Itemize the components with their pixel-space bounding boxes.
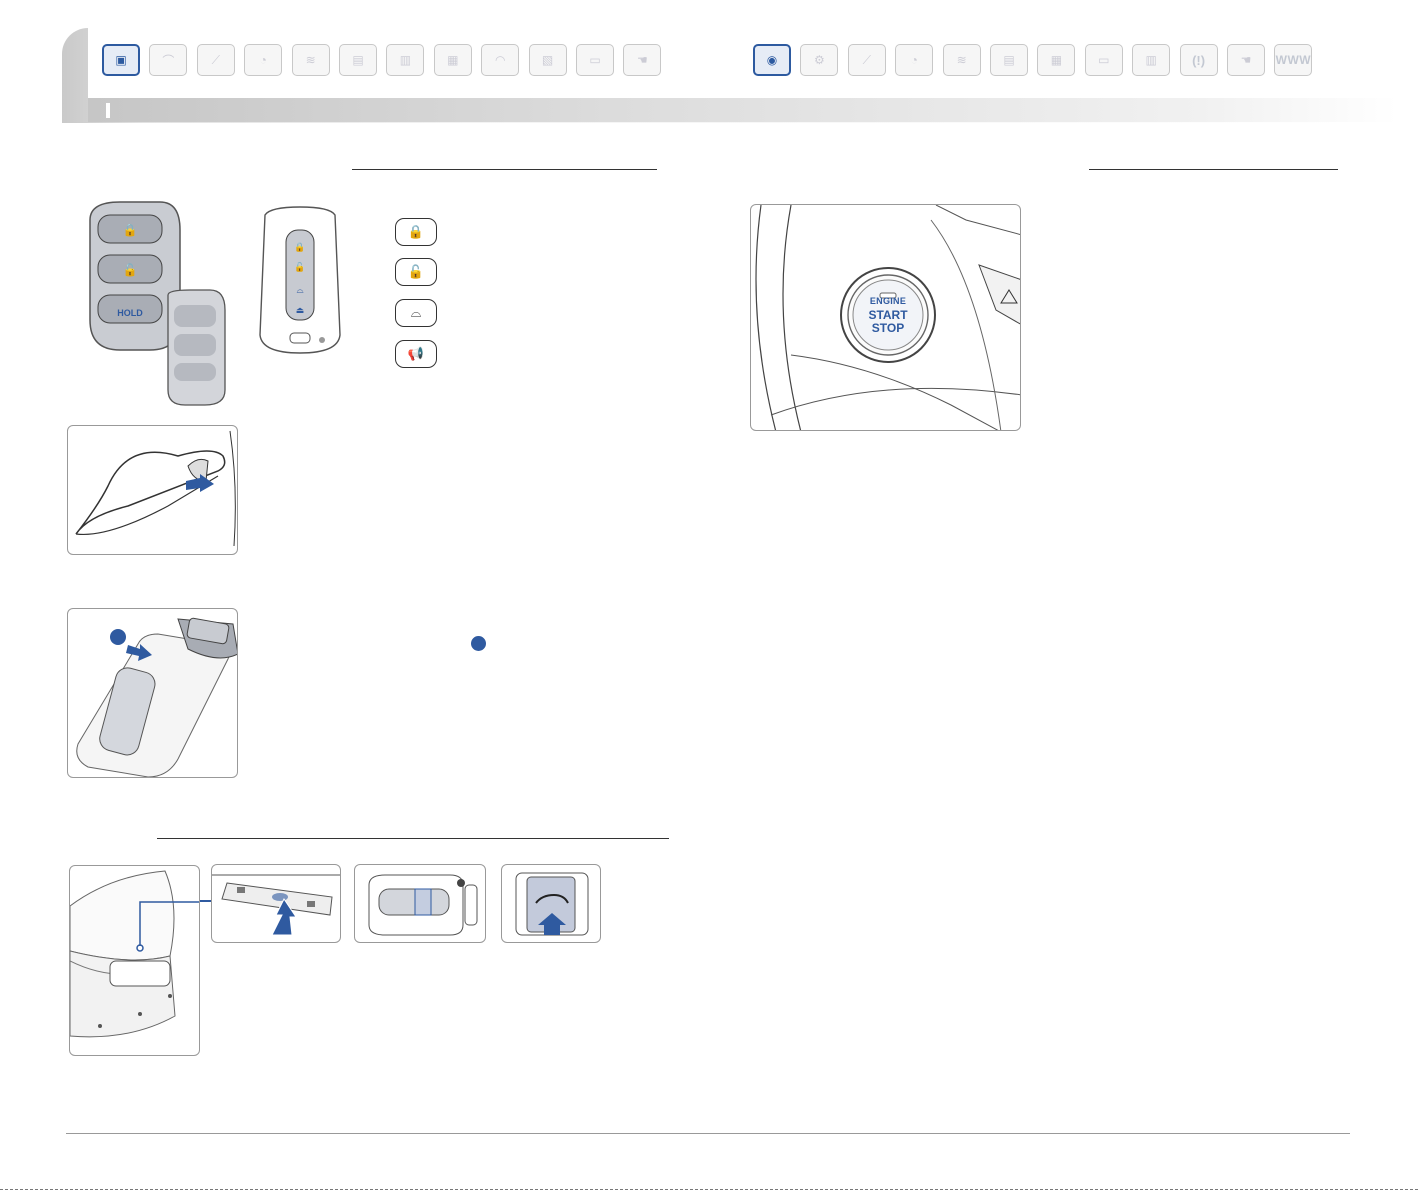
- windshield-icon[interactable]: ◠: [481, 44, 520, 76]
- cluster-icon[interactable]: ◔: [244, 44, 283, 76]
- legend-lock-button: 🔒: [395, 218, 437, 246]
- trunk-button-closeup-panel: [501, 864, 601, 943]
- radio-icon-glyph: ▥: [1145, 53, 1157, 67]
- console-icon[interactable]: ▧: [528, 44, 567, 76]
- tpms-icon-glyph: (!): [1192, 52, 1206, 68]
- hand-icon-glyph: ☚: [637, 53, 648, 67]
- start-button-engine-label: ENGINE: [869, 296, 907, 306]
- start-button-icon-glyph: ◉: [766, 53, 778, 67]
- car-rear-illustration: [70, 870, 199, 1038]
- climate-icon-glyph: ≋: [305, 53, 316, 67]
- audio-icon[interactable]: ▥: [386, 44, 425, 76]
- smart-key-fob-illustration: 🔒 🔓 ⌓ ⏏: [259, 206, 341, 354]
- windshield-icon-glyph: ◠: [494, 53, 506, 67]
- cluster-icon-glyph: ◔: [259, 53, 267, 67]
- climate-icon[interactable]: ≋: [291, 44, 330, 76]
- remote-fob-illustration: 🔒 🔓 HOLD: [89, 201, 226, 406]
- legend-unlock-button: 🔓: [395, 258, 437, 286]
- svg-text:🔒: 🔒: [123, 223, 138, 237]
- wiper-stalk-icon-glyph: ⟋: [862, 52, 871, 67]
- car-rear-panel: [69, 865, 200, 1056]
- section-rule-trunk: [157, 838, 669, 839]
- overhead-console-icon[interactable]: ▭: [1084, 44, 1123, 76]
- screen-icon-glyph: ▦: [447, 53, 459, 67]
- smart-key-side-illustration: [368, 874, 478, 936]
- radio-icon[interactable]: ▥: [1132, 44, 1171, 76]
- hand-gesture-icon[interactable]: ☚: [1227, 44, 1265, 76]
- start-button-icon[interactable]: ◉: [753, 44, 791, 76]
- overhead-icon[interactable]: ▭: [576, 44, 614, 76]
- hvac-icon[interactable]: ≋: [942, 44, 981, 76]
- www-icon-glyph: WWW: [1275, 53, 1312, 67]
- callout-dot-text: [471, 636, 486, 651]
- smart-key-icon[interactable]: ▣: [102, 44, 140, 76]
- gauge-icon-glyph: ◔: [910, 53, 918, 67]
- gauge-icon[interactable]: ◔: [895, 44, 934, 76]
- wiper-icon[interactable]: ⟋: [196, 44, 235, 76]
- svg-text:🔒: 🔒: [294, 242, 305, 252]
- start-button-panel: ENGINE START STOP: [750, 204, 1021, 431]
- audio-icon-glyph: ▥: [399, 53, 412, 67]
- svg-text:🔓: 🔓: [294, 261, 305, 272]
- engine-icon[interactable]: ⚙: [800, 44, 839, 76]
- hvac-panel-icon-glyph: ▤: [1003, 53, 1015, 67]
- trunk-icon: ⌓: [410, 305, 422, 320]
- smart-key-icon-glyph: ▣: [115, 53, 127, 67]
- header-rule: [88, 98, 1398, 122]
- svg-text:⌓: ⌓: [296, 285, 303, 295]
- legend-panic-button: 📢: [395, 340, 437, 368]
- header-tick: [106, 103, 110, 118]
- screen-icon[interactable]: ▦: [433, 44, 472, 76]
- seat-icon-glyph: ⌒: [162, 53, 175, 68]
- hand-gesture-icon-glyph: ☚: [1240, 53, 1252, 67]
- callout-dot-1: [110, 629, 126, 645]
- overhead-icon-glyph: ▭: [589, 53, 601, 67]
- panic-icon: 📢: [407, 346, 425, 361]
- door-handle-illustration: [75, 430, 236, 547]
- trunk-release-illustration: [212, 874, 340, 936]
- footer-rule: [66, 1133, 1350, 1134]
- navigation-screen-icon-glyph: ▦: [1050, 53, 1063, 67]
- unlock-icon: 🔓: [407, 264, 425, 279]
- console-icon-glyph: ▧: [541, 53, 554, 67]
- legend-trunk-button: ⌓: [395, 299, 437, 327]
- engine-icon-glyph: ⚙: [814, 53, 825, 67]
- smart-key-open-illustration: [76, 617, 237, 777]
- smart-key-open-panel: [67, 608, 238, 778]
- page-cut-line: [0, 1189, 1418, 1190]
- tpms-icon[interactable]: (!): [1179, 44, 1218, 76]
- wiper-stalk-icon[interactable]: ⟋: [847, 44, 886, 76]
- climate-panel-icon-glyph: ▤: [352, 53, 364, 67]
- trunk-button-closeup-illustration: [515, 872, 589, 936]
- www-icon[interactable]: WWW: [1274, 44, 1313, 76]
- start-button-stop-label: STOP: [871, 321, 905, 335]
- hand-icon[interactable]: ☚: [623, 44, 662, 76]
- svg-text:🔓: 🔓: [123, 263, 138, 277]
- lock-icon: 🔒: [407, 224, 425, 239]
- hvac-icon-glyph: ≋: [956, 53, 967, 67]
- door-handle-panel: [67, 425, 238, 555]
- smart-key-trunk-panel: [354, 864, 486, 943]
- climate-panel-icon[interactable]: ▤: [339, 44, 377, 76]
- seat-icon[interactable]: ⌒: [149, 44, 188, 76]
- overhead-console-icon-glyph: ▭: [1098, 53, 1110, 67]
- wiper-icon-glyph: ⟋: [211, 52, 220, 67]
- navigation-screen-icon[interactable]: ▦: [1037, 44, 1076, 76]
- hvac-panel-icon[interactable]: ▤: [990, 44, 1028, 76]
- section-rule-start: [1089, 169, 1338, 170]
- fob-hold-label: HOLD: [117, 308, 143, 318]
- start-button: ENGINE START STOP: [853, 296, 923, 335]
- svg-text:⏏: ⏏: [296, 305, 305, 315]
- section-rule-remote: [352, 169, 657, 170]
- trunk-release-button-panel: [211, 864, 341, 943]
- start-button-start-label: START: [868, 308, 908, 322]
